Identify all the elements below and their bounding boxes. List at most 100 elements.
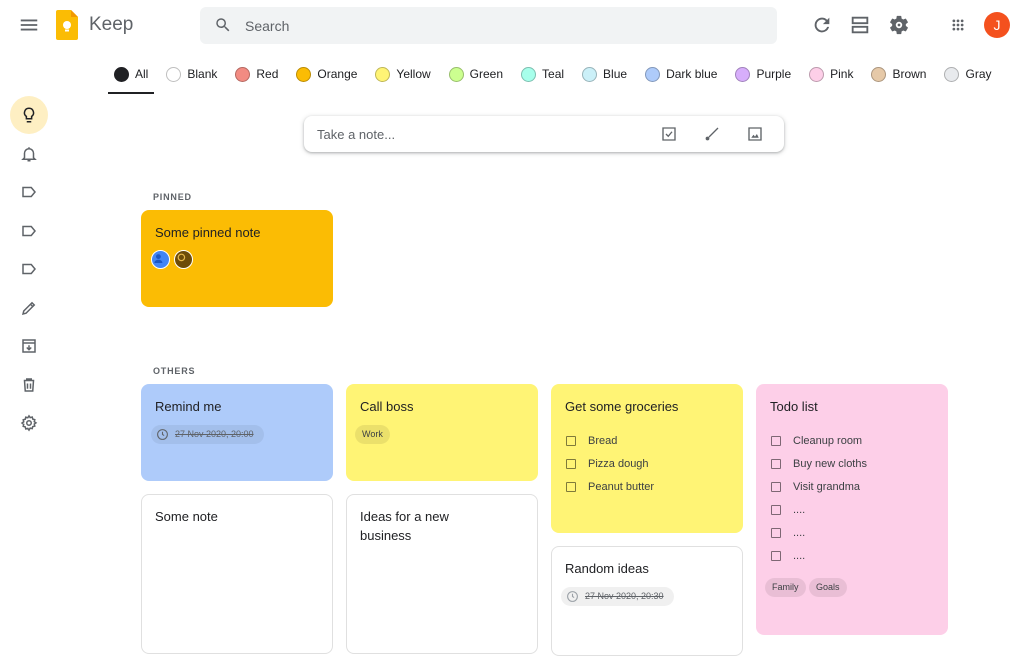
color-dot bbox=[944, 66, 960, 82]
filter-label: Purple bbox=[756, 67, 792, 81]
checklist-item[interactable]: Buy new cloths bbox=[771, 452, 867, 475]
sidebar bbox=[10, 96, 50, 443]
take-note-composer[interactable] bbox=[304, 116, 784, 152]
filter-label: Blank bbox=[187, 67, 218, 81]
user-avatar[interactable]: J bbox=[984, 12, 1010, 38]
apps-grid-icon[interactable] bbox=[947, 14, 969, 36]
checklist-item[interactable]: .... bbox=[771, 544, 867, 567]
filter-label: Red bbox=[256, 67, 279, 81]
filter-yellow[interactable]: Yellow bbox=[369, 62, 431, 86]
checklist-item[interactable]: Visit grandma bbox=[771, 475, 867, 498]
sidebar-item-trash[interactable] bbox=[10, 366, 48, 404]
checkbox[interactable] bbox=[566, 435, 576, 446]
take-note-input[interactable] bbox=[317, 116, 637, 152]
menu-icon[interactable] bbox=[18, 14, 40, 36]
color-dot bbox=[114, 66, 129, 82]
filter-label: Blue bbox=[603, 67, 628, 81]
checkbox[interactable] bbox=[771, 481, 781, 492]
filter-blank[interactable]: Blank bbox=[160, 62, 217, 86]
sidebar-item-notes[interactable] bbox=[10, 96, 48, 134]
profile-icon bbox=[177, 253, 186, 262]
checkbox[interactable] bbox=[771, 458, 781, 469]
label-chip[interactable]: Family bbox=[765, 578, 806, 597]
checkbox[interactable] bbox=[566, 458, 576, 469]
sidebar-item-reminders[interactable] bbox=[10, 135, 48, 173]
checkbox[interactable] bbox=[771, 527, 781, 538]
sidebar-item-label-1[interactable] bbox=[10, 173, 48, 211]
filter-blue[interactable]: Blue bbox=[576, 62, 627, 86]
sidebar-item-label-2[interactable] bbox=[10, 212, 48, 250]
note-card-some-note[interactable]: Some note bbox=[141, 494, 333, 654]
checklist-item[interactable]: Peanut butter bbox=[566, 475, 654, 498]
checklist-item[interactable]: Bread bbox=[566, 429, 654, 452]
filter-label: Gray bbox=[965, 67, 992, 81]
settings-icon[interactable] bbox=[888, 14, 910, 36]
filter-dark-blue[interactable]: Dark blue bbox=[639, 62, 717, 86]
checklist: Bread Pizza dough Peanut butter bbox=[566, 429, 654, 498]
filter-label: All bbox=[135, 67, 149, 81]
checklist-item[interactable]: .... bbox=[771, 498, 867, 521]
checkbox[interactable] bbox=[771, 504, 781, 515]
note-card-remind-me[interactable]: Remind me 27 Nov 2020, 20:00 bbox=[141, 384, 333, 481]
checklist-item[interactable]: Cleanup room bbox=[771, 429, 867, 452]
reminder-chip[interactable]: 27 Nov 2020, 20:30 bbox=[561, 587, 674, 606]
search-input[interactable] bbox=[245, 7, 765, 44]
filter-label: Brown bbox=[892, 67, 927, 81]
lightbulb-icon bbox=[23, 107, 35, 123]
checklist-item-text: Visit grandma bbox=[793, 480, 861, 493]
note-card-ideas[interactable]: Ideas for a new business bbox=[346, 494, 538, 654]
filter-purple[interactable]: Purple bbox=[729, 62, 791, 86]
label-chip[interactable]: Goals bbox=[809, 578, 847, 597]
note-title: Some note bbox=[155, 509, 218, 524]
note-card-pinned[interactable]: Some pinned note bbox=[141, 210, 333, 307]
note-title: Ideas for a new business bbox=[360, 509, 449, 543]
label-chip[interactable]: Work bbox=[355, 425, 390, 444]
note-card-todo[interactable]: Todo list Cleanup room Buy new cloths Vi… bbox=[756, 384, 948, 635]
note-card-groceries[interactable]: Get some groceries Bread Pizza dough Pea… bbox=[551, 384, 743, 533]
sidebar-item-label-3[interactable] bbox=[10, 250, 48, 288]
checkbox[interactable] bbox=[566, 481, 576, 492]
checklist-item[interactable]: .... bbox=[771, 521, 867, 544]
checklist-item-text: Peanut butter bbox=[588, 480, 655, 493]
filter-label: Pink bbox=[830, 67, 854, 81]
sidebar-item-archive[interactable] bbox=[10, 327, 48, 365]
filter-label: Yellow bbox=[396, 67, 431, 81]
collaborator-avatar[interactable] bbox=[151, 250, 170, 269]
color-dot bbox=[296, 66, 312, 82]
filter-label: Green bbox=[469, 67, 504, 81]
checkbox-icon[interactable] bbox=[660, 125, 678, 143]
checklist: Cleanup room Buy new cloths Visit grandm… bbox=[771, 429, 867, 567]
filter-brown[interactable]: Brown bbox=[865, 62, 926, 86]
sidebar-item-edit-labels[interactable] bbox=[10, 289, 48, 327]
pinned-section-label: PINNED bbox=[153, 192, 192, 202]
note-card-call-boss[interactable]: Call boss Work bbox=[346, 384, 538, 481]
color-dot bbox=[375, 66, 391, 82]
checklist-item-text: .... bbox=[793, 526, 806, 539]
label-icon bbox=[22, 225, 36, 236]
search-icon[interactable] bbox=[214, 16, 232, 34]
checklist-item-text: Buy new cloths bbox=[793, 457, 867, 470]
filter-red[interactable]: Red bbox=[229, 62, 278, 86]
collaborator-avatar[interactable] bbox=[174, 250, 193, 269]
image-icon[interactable] bbox=[746, 125, 764, 143]
filter-orange[interactable]: Orange bbox=[290, 62, 357, 86]
filter-pink[interactable]: Pink bbox=[803, 62, 853, 86]
filter-teal[interactable]: Teal bbox=[515, 62, 564, 86]
keep-logo[interactable] bbox=[56, 10, 78, 40]
filter-gray[interactable]: Gray bbox=[938, 62, 992, 86]
checklist-item-text: .... bbox=[793, 549, 806, 562]
refresh-icon[interactable] bbox=[811, 14, 833, 36]
filter-label: Dark blue bbox=[666, 67, 718, 81]
checkbox[interactable] bbox=[771, 550, 781, 561]
filter-all[interactable]: All bbox=[108, 62, 155, 94]
list-view-icon[interactable] bbox=[849, 14, 871, 36]
brush-icon[interactable] bbox=[703, 125, 721, 143]
color-dot bbox=[521, 66, 537, 82]
search-bar[interactable] bbox=[200, 7, 777, 44]
checklist-item[interactable]: Pizza dough bbox=[566, 452, 654, 475]
checkbox[interactable] bbox=[771, 435, 781, 446]
sidebar-item-settings[interactable] bbox=[10, 404, 48, 442]
filter-green[interactable]: Green bbox=[443, 62, 503, 86]
reminder-chip[interactable]: 27 Nov 2020, 20:00 bbox=[151, 425, 264, 444]
label-icon bbox=[22, 263, 36, 275]
